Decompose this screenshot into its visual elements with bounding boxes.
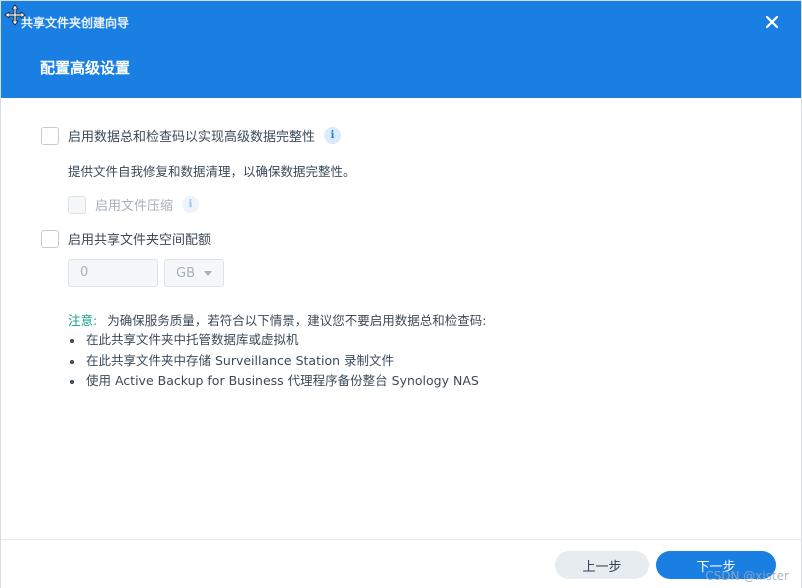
checksum-description: 提供文件自我修复和数据清理，以确保数据完整性。 bbox=[68, 164, 356, 179]
wizard-footer: 上一步 下一步 CSDN @xister bbox=[1, 539, 801, 588]
list-item: 在此共享文件夹中托管数据库或虚拟机 bbox=[68, 330, 479, 351]
compression-label: 启用文件压缩 bbox=[95, 199, 174, 214]
chevron-down-icon bbox=[204, 270, 212, 276]
checksum-label: 启用数据总和检查码以实现高级数据完整性 bbox=[68, 130, 316, 145]
info-icon: i bbox=[182, 196, 200, 213]
wizard-header: 共享文件夹创建向导 配置高级设置 bbox=[1, 1, 801, 98]
note-list: 在此共享文件夹中托管数据库或虚拟机 在此共享文件夹中存储 Surveillanc… bbox=[68, 330, 479, 392]
step-title: 配置高级设置 bbox=[40, 59, 131, 77]
compression-checkbox bbox=[68, 195, 86, 214]
note-body: 为确保服务质量，若符合以下情景，建议您不要启用数据总和检查码: bbox=[107, 313, 487, 328]
note-text: 注意: 为确保服务质量，若符合以下情景，建议您不要启用数据总和检查码: bbox=[68, 310, 486, 329]
quota-label: 启用共享文件夹空间配额 bbox=[68, 233, 212, 248]
checksum-checkbox[interactable] bbox=[41, 126, 59, 145]
close-icon[interactable] bbox=[763, 13, 781, 31]
previous-button[interactable]: 上一步 bbox=[555, 551, 649, 579]
compression-option: 启用文件压缩 i bbox=[68, 195, 200, 214]
quota-unit-value: GB bbox=[176, 265, 195, 281]
window-title: 共享文件夹创建向导 bbox=[21, 16, 130, 30]
note-label: 注意: bbox=[68, 313, 98, 328]
list-item: 在此共享文件夹中存储 Surveillance Station 录制文件 bbox=[68, 351, 479, 372]
checksum-option[interactable]: 启用数据总和检查码以实现高级数据完整性 i bbox=[41, 126, 342, 145]
list-item: 使用 Active Backup for Business 代理程序备份整台 S… bbox=[68, 371, 479, 392]
info-icon[interactable]: i bbox=[324, 127, 342, 144]
quota-checkbox[interactable] bbox=[41, 229, 59, 248]
quota-size-input: 0 bbox=[68, 259, 158, 287]
quota-unit-select: GB bbox=[164, 259, 224, 287]
wizard-window: 共享文件夹创建向导 配置高级设置 启用数据总和检查码以实现高级数据完整性 i 提… bbox=[0, 0, 802, 588]
watermark: CSDN @xister bbox=[705, 569, 789, 583]
wizard-content: 启用数据总和检查码以实现高级数据完整性 i 提供文件自我修复和数据清理，以确保数… bbox=[1, 98, 801, 538]
quota-option[interactable]: 启用共享文件夹空间配额 bbox=[41, 229, 211, 248]
